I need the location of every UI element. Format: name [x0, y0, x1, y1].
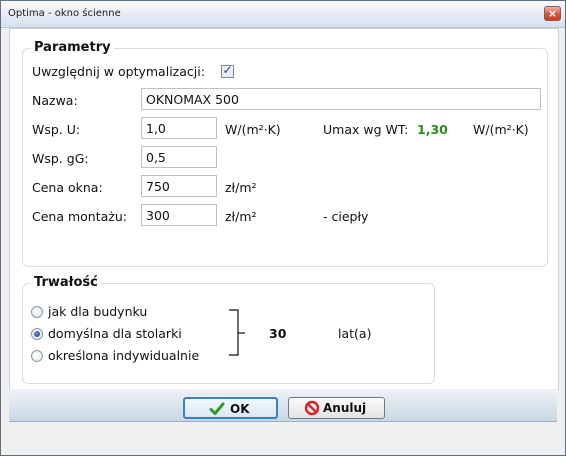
- cancel-button[interactable]: Anuluj: [288, 397, 385, 419]
- name-label: Nazwa:: [32, 93, 78, 108]
- radio-individual[interactable]: [31, 350, 43, 362]
- title-bar[interactable]: Optima - okno ścienne ×: [1, 1, 565, 28]
- name-field[interactable]: OKNOMAX 500: [141, 88, 541, 110]
- ok-button[interactable]: OK: [183, 397, 278, 419]
- u-field[interactable]: 1,0: [141, 117, 217, 139]
- optimize-label: Uwzględnij w optymalizacji:: [32, 64, 205, 79]
- install-note: - ciepły: [323, 209, 369, 224]
- radio-building[interactable]: [31, 306, 43, 318]
- option-default-label[interactable]: domyślna dla stolarki: [48, 326, 182, 341]
- install-unit: zł/m²: [225, 209, 257, 224]
- checkmark-icon: ✓: [222, 63, 233, 77]
- price-unit: zł/m²: [225, 180, 257, 195]
- radio-default-joinery[interactable]: [31, 328, 43, 340]
- parametry-group: Parametry: [22, 40, 548, 267]
- gg-field[interactable]: 0,5: [141, 146, 217, 168]
- u-label: Wsp. U:: [32, 122, 81, 137]
- parametry-title: Parametry: [31, 40, 114, 55]
- umax-value: 1,30: [417, 122, 448, 137]
- option-individual-label[interactable]: określona indywidualnie: [48, 348, 199, 363]
- dialog-window: Optima - okno ścienne × Parametry Uwzglę…: [0, 0, 566, 456]
- button-bar: [9, 389, 557, 422]
- close-button[interactable]: ×: [544, 6, 561, 21]
- install-label: Cena montażu:: [32, 209, 127, 224]
- cancel-label: Anuluj: [323, 401, 367, 415]
- umax-label: Umax wg WT:: [323, 122, 409, 137]
- years-unit: lat(a): [338, 326, 372, 341]
- gg-label: Wsp. gG:: [32, 151, 89, 166]
- trwalosc-title: Trwałość: [31, 275, 101, 290]
- years-value: 30: [269, 326, 287, 341]
- option-building-label[interactable]: jak dla budynku: [48, 304, 147, 319]
- check-icon: [209, 402, 225, 415]
- price-label: Cena okna:: [32, 180, 103, 195]
- install-field[interactable]: 300: [141, 204, 217, 226]
- ok-label: OK: [230, 402, 250, 416]
- umax-unit: W/(m²·K): [473, 122, 529, 137]
- window-title: Optima - okno ścienne: [8, 8, 121, 19]
- close-icon: ×: [547, 7, 558, 20]
- bracket-icon: [229, 309, 245, 356]
- u-unit: W/(m²·K): [225, 122, 281, 137]
- price-field[interactable]: 750: [141, 175, 217, 197]
- no-entry-icon: [304, 400, 320, 416]
- dialog-content: Parametry Uwzględnij w optymalizacji: ✓ …: [9, 28, 559, 390]
- optimize-checkbox[interactable]: ✓: [221, 63, 234, 78]
